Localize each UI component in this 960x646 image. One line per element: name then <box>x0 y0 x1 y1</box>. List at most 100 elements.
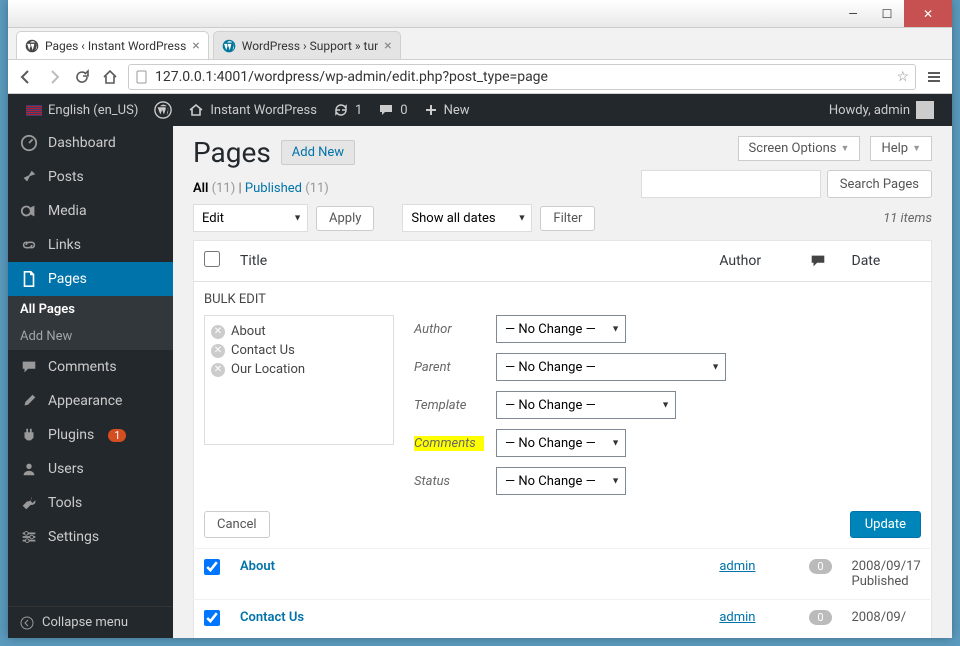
filter-button[interactable]: Filter <box>540 206 595 231</box>
home-button[interactable] <box>100 67 120 87</box>
window-maximize-button[interactable]: ☐ <box>870 0 904 27</box>
date-cell: 2008/09/ <box>842 600 932 639</box>
author-link[interactable]: admin <box>719 559 755 574</box>
adminbar-comments[interactable]: 0 <box>370 94 415 126</box>
search-input[interactable] <box>641 170 821 198</box>
sidebar-item-settings[interactable]: Settings <box>8 520 173 554</box>
row-checkbox[interactable] <box>204 610 220 626</box>
browser-tabstrip: Pages ‹ Instant WordPress × WordPress › … <box>8 28 952 60</box>
users-icon <box>20 460 38 478</box>
adminbar-site[interactable]: Instant WordPress <box>180 94 325 126</box>
sidebar-item-dashboard[interactable]: Dashboard <box>8 126 173 160</box>
sidebar-submenu-pages: All Pages Add New <box>8 296 173 350</box>
author-link[interactable]: admin <box>719 610 755 625</box>
window-minimize-button[interactable]: — <box>836 0 870 27</box>
table-row: Contact Us admin 0 2008/09/ <box>194 600 932 639</box>
screen-options-button[interactable]: Screen Options ▼ <box>738 136 861 161</box>
tools-icon <box>20 494 38 512</box>
address-bar[interactable]: 127.0.0.1:4001/wordpress/wp-admin/edit.p… <box>128 64 916 90</box>
chevron-down-icon: ▼ <box>841 143 850 154</box>
help-button[interactable]: Help ▼ <box>870 136 932 161</box>
date-cell: 2008/09/17 Published <box>842 549 932 600</box>
column-title[interactable]: Title <box>230 241 709 282</box>
browser-tab-inactive[interactable]: WordPress › Support » tur × <box>213 31 401 59</box>
wordpress-icon <box>154 101 172 119</box>
add-new-button[interactable]: Add New <box>281 140 355 165</box>
column-date[interactable]: Date <box>842 241 932 282</box>
column-comments[interactable] <box>799 241 841 282</box>
adminbar-language[interactable]: English (en_US) <box>18 94 146 126</box>
plugin-icon <box>20 426 38 444</box>
comment-count-badge[interactable]: 0 <box>809 610 831 625</box>
select-all-header <box>194 241 231 282</box>
pages-table: Title Author Date BULK EDIT ✕About <box>193 240 932 638</box>
new-label: New <box>444 103 470 118</box>
bulk-action-select[interactable]: Edit <box>193 204 308 232</box>
submenu-all-pages[interactable]: All Pages <box>8 296 173 323</box>
row-checkbox[interactable] <box>204 559 220 575</box>
bookmark-star-icon[interactable]: ☆ <box>896 69 909 85</box>
tab-close-icon[interactable]: × <box>384 38 391 54</box>
back-button[interactable] <box>16 67 36 87</box>
tab-title: WordPress › Support » tur <box>242 39 378 53</box>
parent-select[interactable]: — No Change — <box>496 353 726 381</box>
column-author[interactable]: Author <box>709 241 799 282</box>
sidebar-item-tools[interactable]: Tools <box>8 486 173 520</box>
bulk-edit-item-list: ✕About ✕Contact Us ✕Our Location <box>204 315 394 445</box>
sidebar-label: Posts <box>48 169 84 185</box>
field-label-status: Status <box>414 474 484 489</box>
collapse-menu-button[interactable]: Collapse menu <box>8 606 173 638</box>
wp-admin-bar: English (en_US) Instant WordPress 1 0 Ne… <box>8 94 952 126</box>
screen-meta-links: Screen Options ▼ Help ▼ <box>738 136 932 161</box>
author-select[interactable]: — No Change — <box>496 315 626 343</box>
brush-icon <box>20 392 38 410</box>
sidebar-item-appearance[interactable]: Appearance <box>8 384 173 418</box>
sidebar-item-posts[interactable]: Posts <box>8 160 173 194</box>
remove-item-icon[interactable]: ✕ <box>211 344 225 358</box>
comment-icon <box>809 252 827 270</box>
field-label-parent: Parent <box>414 360 484 375</box>
sidebar-item-comments[interactable]: Comments <box>8 350 173 384</box>
remove-item-icon[interactable]: ✕ <box>211 325 225 339</box>
page-title-link[interactable]: Contact Us <box>240 610 304 625</box>
sidebar-item-links[interactable]: Links <box>8 228 173 262</box>
adminbar-wp-logo[interactable] <box>146 94 180 126</box>
sidebar-item-pages[interactable]: Pages <box>8 262 173 296</box>
filter-published[interactable]: Published <box>245 181 302 196</box>
sidebar-item-users[interactable]: Users <box>8 452 173 486</box>
page-title-link[interactable]: About <box>240 559 275 574</box>
comment-count-badge[interactable]: 0 <box>809 559 831 574</box>
update-button[interactable]: Update <box>850 511 921 538</box>
adminbar-account[interactable]: Howdy, admin <box>821 94 942 126</box>
admin-sidebar: Dashboard Posts Media Links Pages All Pa… <box>8 126 173 638</box>
select-all-checkbox[interactable] <box>204 251 220 267</box>
flag-icon <box>26 105 42 116</box>
tablenav-top: Edit Apply Show all dates Filter 11 item… <box>193 204 932 232</box>
reload-button[interactable] <box>72 67 92 87</box>
cancel-button[interactable]: Cancel <box>204 511 270 538</box>
forward-button[interactable] <box>44 67 64 87</box>
adminbar-updates[interactable]: 1 <box>325 94 370 126</box>
browser-tab-active[interactable]: Pages ‹ Instant WordPress × <box>16 31 209 59</box>
sidebar-item-media[interactable]: Media <box>8 194 173 228</box>
adminbar-new[interactable]: New <box>416 94 478 126</box>
filter-all[interactable]: All (11) <box>193 181 235 196</box>
dashboard-icon <box>20 134 38 152</box>
sidebar-item-plugins[interactable]: Plugins 1 <box>8 418 173 452</box>
collapse-icon <box>20 616 34 630</box>
comments-select[interactable]: — No Change — <box>496 429 626 457</box>
status-select[interactable]: — No Change — <box>496 467 626 495</box>
template-select[interactable]: — No Change — <box>496 391 676 419</box>
bulk-edit-panel: BULK EDIT ✕About ✕Contact Us ✕Our Locati… <box>194 282 932 549</box>
window-close-button[interactable]: ✕ <box>904 0 952 27</box>
update-icon <box>333 102 349 118</box>
tab-close-icon[interactable]: × <box>192 38 199 54</box>
sidebar-label: Media <box>48 203 87 219</box>
page-icon <box>20 270 38 288</box>
date-filter-select[interactable]: Show all dates <box>402 204 532 232</box>
search-button[interactable]: Search Pages <box>827 170 932 198</box>
apply-button[interactable]: Apply <box>316 206 374 231</box>
remove-item-icon[interactable]: ✕ <box>211 363 225 377</box>
menu-button[interactable] <box>924 67 944 87</box>
submenu-add-new[interactable]: Add New <box>8 323 173 350</box>
